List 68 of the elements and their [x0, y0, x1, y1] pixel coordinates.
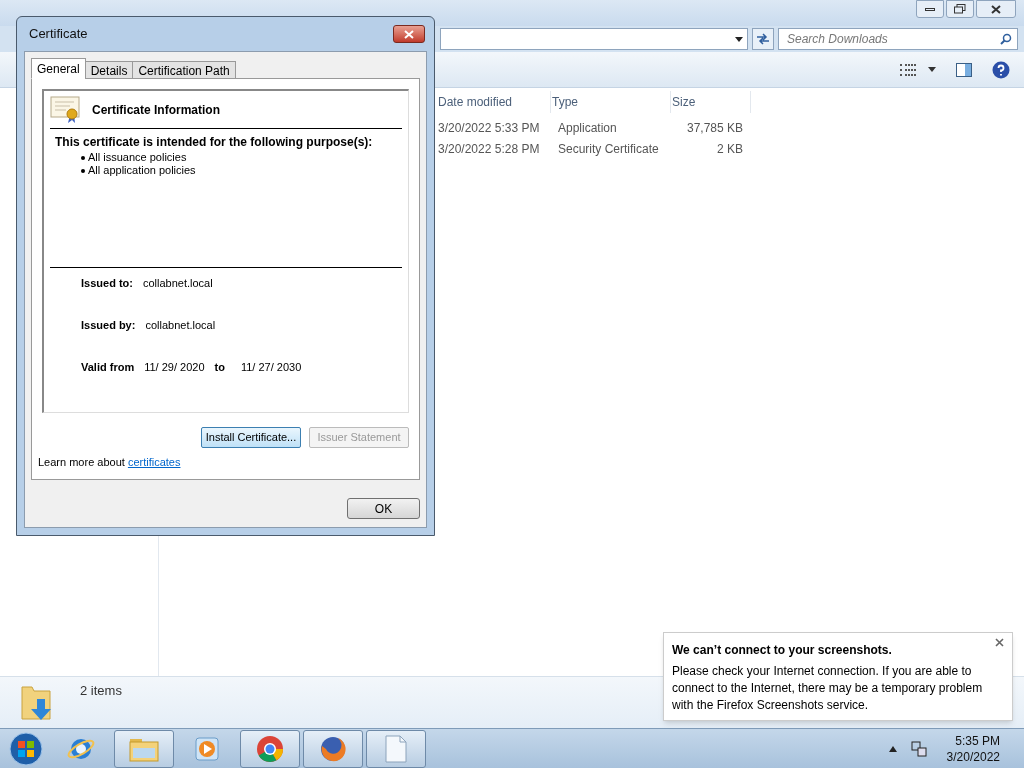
search-icon	[1000, 33, 1012, 45]
tab[interactable]: Certification Path	[132, 61, 236, 79]
close-icon	[404, 29, 414, 39]
notification-title: We can’t connect to your screenshots.	[672, 642, 892, 659]
details-view-icon	[900, 62, 916, 77]
taskbar-button[interactable]	[303, 729, 363, 768]
status-text: 2 items	[80, 681, 122, 700]
play-icon	[194, 735, 220, 762]
search-field[interactable]: Search Downloads	[778, 28, 1018, 50]
close-button[interactable]	[393, 25, 425, 43]
notification-body: Please check your Internet connection. If you are able to connect to the Internet, there may be a temporary problem with the Firefox Screenshots service.	[672, 663, 984, 714]
start-orb-icon	[9, 731, 43, 766]
taskbar-button[interactable]	[240, 729, 300, 768]
field-label: Valid from	[81, 359, 135, 375]
document-icon	[384, 734, 408, 763]
network-icon	[909, 739, 928, 758]
table-cell-text: Security Certificate	[557, 140, 660, 158]
view-options-button[interactable]	[900, 62, 936, 77]
restore-icon	[954, 4, 966, 14]
refresh-icon	[756, 33, 770, 45]
help-icon	[992, 60, 1010, 79]
caret-icon	[735, 36, 743, 42]
section-heading: Certificate Information	[92, 101, 220, 119]
table-cell-text: 3/20/2022 5:33 PM	[437, 119, 541, 137]
restore-button[interactable]	[946, 0, 974, 18]
pane-icon	[956, 62, 972, 77]
column-header[interactable]: Type	[551, 91, 671, 113]
dialog-button[interactable]: Install Certificate...	[201, 427, 301, 448]
taskbar-button[interactable]	[366, 729, 426, 768]
caret-icon	[928, 67, 936, 72]
field-label: to	[214, 359, 225, 375]
field-label: Issued by:	[81, 317, 136, 333]
purpose-item: All issuance policies	[88, 151, 187, 164]
refresh-button[interactable]	[752, 28, 774, 50]
tab[interactable]: General	[31, 58, 86, 79]
field-value: 11/ 27/ 2030	[240, 359, 302, 375]
field-value: 11/ 29/ 2020	[144, 359, 205, 375]
column-header[interactable]: Size	[671, 91, 751, 113]
field-value: collabnet.local	[142, 275, 213, 291]
clock-time: 5:35 PM	[955, 732, 1000, 749]
minimize-button[interactable]	[916, 0, 944, 18]
help-button[interactable]	[992, 60, 1010, 79]
help-text: Learn more about	[38, 456, 126, 468]
field-value: collabnet.local	[145, 317, 216, 333]
bullet-icon	[81, 169, 85, 173]
certificates-link[interactable]: certificates	[127, 456, 181, 468]
column-header[interactable]: Date modified	[437, 91, 551, 113]
table-cell-text: 3/20/2022 5:28 PM	[437, 140, 541, 158]
table-cell-text: Application	[557, 119, 618, 137]
window-title: Certificate	[29, 25, 88, 44]
taskbar-button[interactable]	[114, 729, 174, 768]
close-button[interactable]	[995, 638, 1004, 647]
tab[interactable]: Details	[84, 61, 134, 79]
table-cell-text: 2 KB	[716, 140, 743, 158]
field-label: Issued to:	[81, 275, 133, 291]
close-icon	[991, 4, 1001, 14]
bullet-icon	[81, 156, 85, 160]
purpose-title: This certificate is intended for the following purpose(s):	[55, 134, 374, 151]
preview-pane-button[interactable]	[956, 62, 972, 77]
show-hidden-icons-icon	[888, 745, 897, 752]
table-cell-text: 37,785 KB	[685, 119, 743, 137]
ok-button[interactable]: OK	[347, 498, 420, 519]
certificate-icon	[50, 95, 82, 124]
close-icon	[995, 638, 1004, 647]
close-button[interactable]	[976, 0, 1016, 18]
clock-date: 3/20/2022	[946, 748, 1000, 765]
purpose-item: All application policies	[88, 164, 196, 177]
chrome-icon	[255, 733, 285, 764]
